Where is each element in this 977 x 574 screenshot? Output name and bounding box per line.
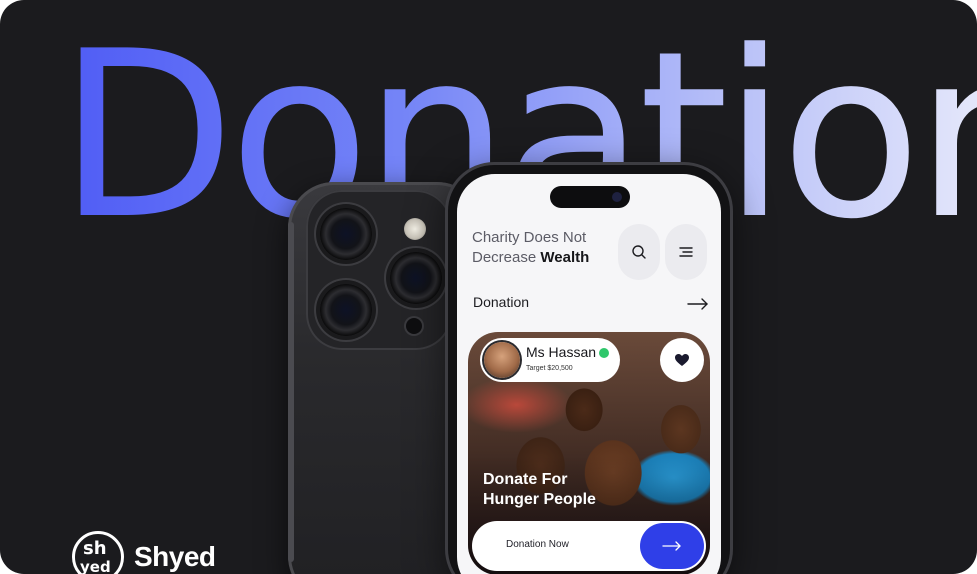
arrow-right-icon[interactable] (687, 298, 709, 310)
card-title-line-2: Hunger People (483, 491, 596, 508)
front-camera-icon (612, 192, 622, 202)
card-title: Donate For Hunger People (483, 470, 596, 510)
logo-text-top: sh (83, 538, 107, 559)
menu-icon (679, 247, 693, 257)
search-button[interactable] (618, 224, 660, 280)
headline-prefix: Decrease (472, 249, 541, 266)
profile-name-text: Ms Hassan (526, 344, 597, 360)
menu-button[interactable] (665, 224, 707, 280)
headline-line-1: Charity Does Not (472, 229, 587, 246)
headline-line-2: Decrease Wealth (472, 248, 589, 268)
canvas: Donation Charity Does Not Decrease Wealt… (0, 0, 977, 574)
dynamic-island (550, 186, 630, 208)
logo-text-bottom: yed (80, 558, 111, 574)
profile-name: Ms Hassan (526, 344, 610, 360)
donation-card[interactable]: Ms Hassan Target $20,500 Donate For Hung… (468, 332, 710, 574)
app-screen: Charity Does Not Decrease Wealth Donatio… (457, 174, 721, 574)
camera-lens-icon (320, 284, 372, 336)
brand: sh yed Shyed (72, 531, 216, 574)
favorite-button[interactable] (660, 338, 704, 382)
donation-now-button[interactable]: Donation Now (472, 521, 706, 571)
search-icon (632, 245, 646, 259)
card-title-line-1: Donate For (483, 471, 568, 488)
camera-module (306, 190, 452, 350)
camera-lens-icon (320, 208, 372, 260)
verified-badge-icon (599, 348, 610, 359)
section-title: Donation (473, 294, 530, 310)
phone-side-edge (288, 222, 294, 562)
heart-icon (675, 353, 689, 366)
lidar-sensor-icon (406, 318, 422, 334)
flash-icon (404, 218, 426, 240)
donation-now-label: Donation Now (506, 539, 569, 550)
arrow-right-icon (662, 541, 681, 551)
profile-pill[interactable]: Ms Hassan Target $20,500 (480, 338, 620, 382)
donation-target: Target $20,500 (526, 365, 573, 372)
app-headline: Charity Does Not Decrease Wealth (472, 228, 589, 268)
donate-go-button[interactable] (640, 523, 704, 569)
brand-name: Shyed (134, 541, 216, 572)
brand-logo-icon: sh yed (72, 531, 124, 574)
avatar (484, 342, 520, 378)
headline-accent: Wealth (540, 249, 590, 266)
camera-lens-icon (390, 252, 442, 304)
phone-front-mockup: Charity Does Not Decrease Wealth Donatio… (448, 165, 730, 574)
